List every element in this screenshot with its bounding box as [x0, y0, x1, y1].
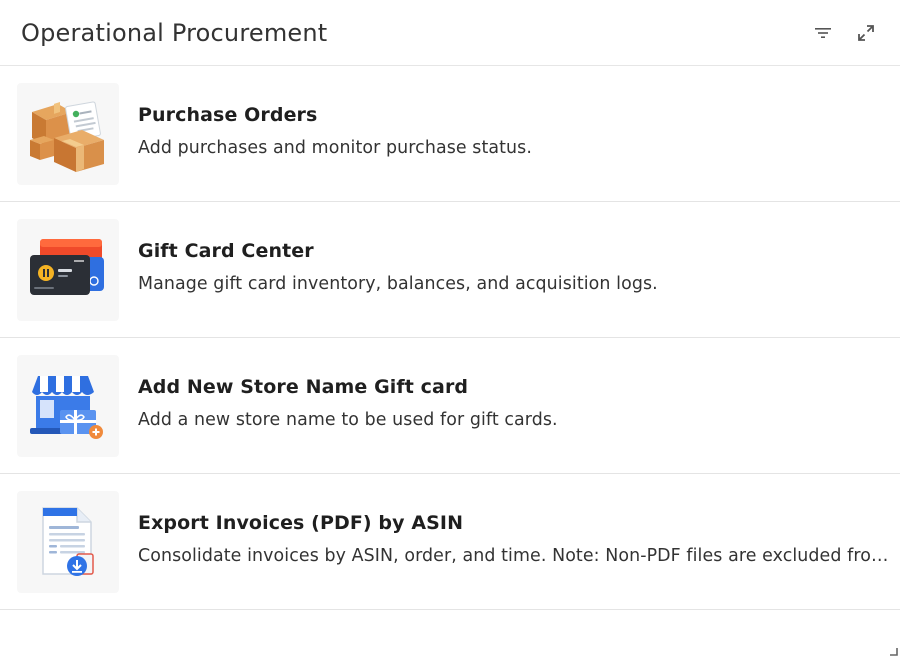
list-item-purchase-orders[interactable]: Purchase Orders Add purchases and monito…	[0, 66, 900, 202]
list-item-export-invoices[interactable]: Export Invoices (PDF) by ASIN Consolidat…	[0, 474, 900, 610]
panel-title: Operational Procurement	[21, 18, 328, 47]
item-description: Add purchases and monitor purchase statu…	[138, 137, 532, 158]
gift-card-icon	[30, 238, 104, 295]
item-description: Manage gift card inventory, balances, an…	[138, 273, 658, 294]
expand-icon	[858, 24, 874, 41]
export-invoices-thumbnail	[17, 490, 119, 593]
store-gift-card-icon	[30, 375, 103, 439]
panel-header: Operational Procurement	[0, 0, 900, 66]
item-description: Add a new store name to be used for gift…	[138, 409, 558, 430]
filter-button[interactable]	[810, 20, 836, 46]
boxes-with-invoice-icon	[30, 100, 104, 172]
item-title: Purchase Orders	[138, 103, 318, 126]
item-description: Consolidate invoices by ASIN, order, and…	[138, 545, 892, 566]
list-item-add-store-name[interactable]: Add New Store Name Gift card Add a new s…	[0, 338, 900, 474]
list-item-gift-card-center[interactable]: Gift Card Center Manage gift card invent…	[0, 202, 900, 338]
add-store-name-thumbnail	[17, 354, 119, 457]
invoice-download-icon	[42, 506, 94, 576]
expand-button[interactable]	[853, 20, 879, 46]
gift-card-center-thumbnail	[17, 218, 119, 321]
item-title: Add New Store Name Gift card	[138, 375, 469, 398]
filter-icon	[815, 27, 831, 38]
procurement-panel: Operational Procurement Purchase Orders …	[0, 0, 900, 658]
purchase-orders-thumbnail	[17, 82, 119, 185]
resize-handle-icon[interactable]	[888, 646, 898, 656]
item-title: Export Invoices (PDF) by ASIN	[138, 511, 464, 534]
item-title: Gift Card Center	[138, 239, 314, 262]
